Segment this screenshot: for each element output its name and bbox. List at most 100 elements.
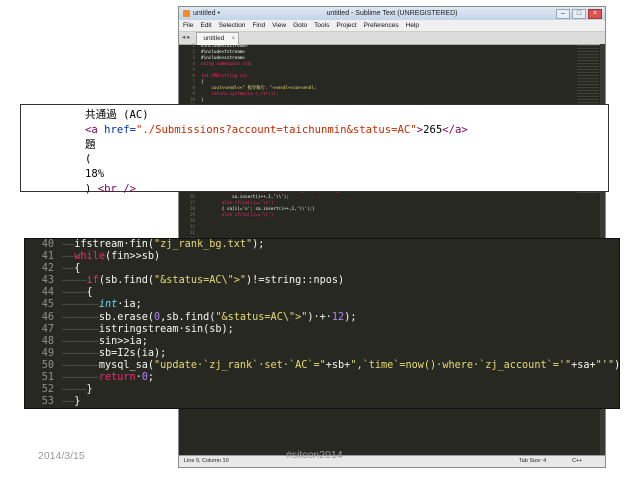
line-number: 50 bbox=[41, 359, 54, 371]
indent-guide: —————— bbox=[62, 335, 99, 347]
code-token: mysql_sa( bbox=[98, 359, 155, 371]
status-tab-size[interactable]: Tab Size: 4 bbox=[519, 456, 546, 467]
line-number: 40 bbox=[41, 239, 54, 250]
code-token: } bbox=[86, 384, 93, 396]
tab-untitled[interactable]: untitled × bbox=[196, 31, 240, 45]
slide-hashtag: #sitcon2014 bbox=[286, 449, 343, 461]
indent-guide: —— bbox=[62, 263, 75, 275]
indent-guide: ———— bbox=[62, 287, 87, 299]
menu-find[interactable]: Find bbox=[252, 20, 265, 31]
line-number: 51 bbox=[41, 372, 54, 384]
snippet-tag-open: <a bbox=[85, 123, 105, 136]
code-token: ·ia; bbox=[117, 299, 142, 311]
editor-line-text: int CMD(string sa) bbox=[201, 74, 248, 80]
line-number: 52 bbox=[41, 384, 54, 396]
menu-preferences[interactable]: Preferences bbox=[364, 20, 399, 31]
code-token: ,sb.find( bbox=[160, 311, 216, 323]
line-number: 49 bbox=[41, 347, 54, 359]
code-line-52: 52 ————} bbox=[25, 384, 619, 396]
keyword-token: if bbox=[86, 275, 99, 287]
code-line-45: 45 ——————int·ia; bbox=[25, 299, 619, 311]
status-cursor-position: Line 9, Column 10 bbox=[184, 458, 229, 464]
keyword-token: return bbox=[98, 372, 136, 384]
menu-project[interactable]: Project bbox=[336, 20, 356, 31]
line-number: 45 bbox=[41, 299, 54, 311]
html-source-snippet: 共通過 (AC) <a href="./Submissions?account=… bbox=[20, 104, 609, 195]
menu-view[interactable]: View bbox=[272, 20, 286, 31]
snippet-line-6: ) <br /> bbox=[85, 182, 608, 197]
menu-goto[interactable]: Goto bbox=[293, 20, 307, 31]
snippet-line-1: 共通過 (AC) bbox=[85, 109, 149, 121]
tab-label: untitled bbox=[203, 34, 225, 42]
indent-guide: —— bbox=[62, 251, 75, 263]
keyword-token: while bbox=[74, 251, 105, 263]
code-token: { bbox=[86, 287, 93, 299]
snippet-attr-href: href= bbox=[104, 123, 137, 136]
code-line-49: 49 ——————sb=I2s(ia); bbox=[25, 348, 619, 360]
line-number: 47 bbox=[41, 323, 54, 335]
snippet-paren-close: ) bbox=[85, 182, 98, 195]
string-token: "'" bbox=[595, 359, 615, 371]
tab-nav-arrows[interactable]: ◂ ▸ bbox=[182, 32, 190, 44]
code-token: )!=string::npos) bbox=[246, 275, 345, 287]
tab-close-icon[interactable]: × bbox=[232, 33, 236, 45]
indent-guide: —— bbox=[62, 239, 75, 250]
string-token: "zj_rank_bg.txt" bbox=[154, 239, 253, 250]
line-number: 48 bbox=[41, 335, 54, 347]
code-token: ); bbox=[252, 239, 265, 250]
code-token: ifstream·fin( bbox=[74, 239, 155, 250]
type-token: int bbox=[98, 299, 118, 311]
code-token: istringstream·sin(sb); bbox=[98, 323, 234, 335]
code-token: sb.erase( bbox=[98, 311, 155, 323]
code-token: } bbox=[74, 396, 81, 408]
slide-date: 2014/3/15 bbox=[38, 450, 85, 462]
code-token: +sa+ bbox=[571, 359, 596, 371]
snippet-line-5: 18% bbox=[85, 168, 105, 181]
indent-guide: —————— bbox=[62, 299, 99, 311]
indent-guide: ———— bbox=[62, 275, 87, 287]
code-line-43: 43 ————if(sb.find("&status=AC\">")!=strin… bbox=[25, 275, 619, 287]
line-number: 43 bbox=[41, 275, 54, 287]
menu-bar: File Edit Selection Find View Goto Tools… bbox=[179, 20, 605, 32]
line-number: 46 bbox=[41, 311, 54, 323]
indent-guide: —————— bbox=[62, 323, 99, 335]
window-title: untitled - Sublime Text (UNREGISTERED) bbox=[326, 10, 458, 17]
code-line-47: 47 ——————istringstream·sin(sb); bbox=[25, 324, 619, 336]
cpp-code-snippet: 40 ——ifstream·fin("zj_rank_bg.txt"); 41 ——… bbox=[24, 238, 626, 409]
indent-guide: —————— bbox=[62, 359, 99, 371]
string-token: "&status=AC\">" bbox=[215, 311, 308, 323]
minimize-button[interactable]: – bbox=[556, 9, 570, 19]
snippet-ac-count: 265 bbox=[423, 123, 443, 136]
string-token: "&status=AC\">" bbox=[154, 275, 247, 287]
status-syntax[interactable]: C++ bbox=[572, 456, 582, 467]
menu-selection[interactable]: Selection bbox=[219, 20, 246, 31]
snippet-line-2: <a href="./Submissions?account=taichunmi… bbox=[85, 123, 608, 138]
menu-file[interactable]: File bbox=[183, 20, 193, 31]
code-line-51: 51 ——————return·0; bbox=[25, 372, 619, 384]
string-token: "update·`zj_rank`·set·`AC`=" bbox=[154, 359, 326, 371]
line-number: 42 bbox=[41, 263, 54, 275]
code-token: (sb.find( bbox=[98, 275, 155, 287]
close-button[interactable]: × bbox=[588, 9, 602, 19]
snippet-br-tag: <br /> bbox=[97, 182, 137, 195]
code-token: +sb+ bbox=[325, 359, 351, 371]
menu-help[interactable]: Help bbox=[406, 20, 419, 31]
snippet-line-4: ( bbox=[85, 153, 92, 166]
code-token: ); bbox=[344, 311, 357, 323]
indent-guide: ———— bbox=[62, 384, 87, 396]
menu-edit[interactable]: Edit bbox=[200, 20, 211, 31]
window-titlebar[interactable]: untitled • untitled - Sublime Text (UNRE… bbox=[179, 7, 605, 20]
code-line-42: 42 ——{ bbox=[25, 263, 619, 275]
maximize-button[interactable]: □ bbox=[572, 9, 586, 19]
code-token: ; bbox=[147, 372, 155, 384]
window-controls: – □ × bbox=[556, 9, 602, 19]
code-line-48: 48 ——————sin>>ia; bbox=[25, 336, 619, 348]
code-token: { bbox=[74, 263, 81, 275]
menu-tools[interactable]: Tools bbox=[314, 20, 329, 31]
editor-line-text: return system(sa.c_str()); bbox=[201, 92, 279, 98]
indent-guide: —————— bbox=[62, 372, 99, 384]
snippet-attr-value: "./Submissions?account=taichunmin&status… bbox=[136, 123, 417, 136]
indent-guide: —————— bbox=[62, 311, 99, 323]
code-line-41: 41 ——while(fin>>sb) bbox=[25, 251, 619, 263]
line-number: 44 bbox=[41, 287, 54, 299]
